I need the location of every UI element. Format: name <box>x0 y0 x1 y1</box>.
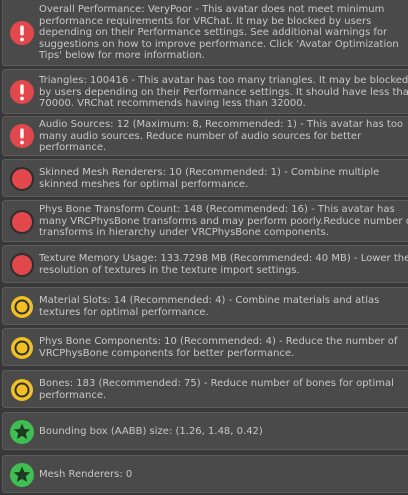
performance-message-text: Mesh Renderers: 0 <box>39 469 133 480</box>
error-exclamation-icon <box>9 123 35 149</box>
performance-message-text: Texture Memory Usage: 133.7298 MB (Recom… <box>39 253 408 276</box>
error-exclamation-icon <box>9 79 35 105</box>
yellow-circle-icon <box>9 294 35 320</box>
red-circle-icon <box>9 252 35 278</box>
performance-message-material-slots: Material Slots: 14 (Recommended: 4) - Co… <box>2 287 408 325</box>
performance-message-phys-bone-components: Phys Bone Components: 10 (Recommended: 4… <box>2 328 408 366</box>
performance-message-text: Bounding box (AABB) size: (1.26, 1.48, 0… <box>39 426 263 437</box>
performance-message-text: Overall Performance: VeryPoor - This ava… <box>39 4 399 61</box>
avatar-performance-panel: Overall Performance: VeryPoor - This ava… <box>0 0 408 495</box>
performance-message-bones: Bones: 183 (Recommended: 75) - Reduce nu… <box>2 370 408 408</box>
performance-message-mesh-renderers: Mesh Renderers: 0 <box>2 455 408 493</box>
performance-message-text: Material Slots: 14 (Recommended: 4) - Co… <box>39 295 380 318</box>
performance-message-overall: Overall Performance: VeryPoor - This ava… <box>2 0 408 66</box>
performance-message-text: Triangles: 100416 - This avatar has too … <box>39 75 408 109</box>
red-circle-icon <box>9 166 35 192</box>
green-star-icon <box>9 419 35 445</box>
performance-message-bounding-box: Bounding box (AABB) size: (1.26, 1.48, 0… <box>2 412 408 450</box>
performance-message-text: Bones: 183 (Recommended: 75) - Reduce nu… <box>39 378 394 401</box>
performance-message-skinned-mesh-renderers: Skinned Mesh Renderers: 10 (Recommended:… <box>2 159 408 197</box>
red-circle-icon <box>9 209 35 235</box>
yellow-circle-icon <box>9 335 35 361</box>
performance-message-text: Phys Bone Transform Count: 148 (Recommen… <box>39 204 408 238</box>
performance-message-triangles: Triangles: 100416 - This avatar has too … <box>2 69 408 114</box>
performance-message-text: Skinned Mesh Renderers: 10 (Recommended:… <box>39 167 380 190</box>
error-exclamation-icon <box>9 20 35 46</box>
performance-message-phys-bone-transforms: Phys Bone Transform Count: 148 (Recommen… <box>2 200 408 242</box>
performance-message-text: Audio Sources: 12 (Maximum: 8, Recommend… <box>39 119 404 153</box>
green-star-icon <box>9 462 35 488</box>
performance-message-texture-memory: Texture Memory Usage: 133.7298 MB (Recom… <box>2 245 408 283</box>
yellow-circle-icon <box>9 377 35 403</box>
performance-message-text: Phys Bone Components: 10 (Recommended: 4… <box>39 336 398 359</box>
performance-message-audio-sources: Audio Sources: 12 (Maximum: 8, Recommend… <box>2 116 408 156</box>
